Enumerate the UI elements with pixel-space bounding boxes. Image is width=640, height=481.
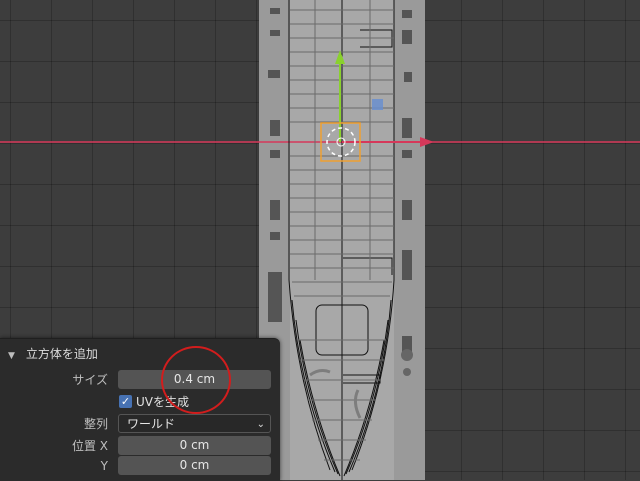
checkmark-icon[interactable]: ✓ (119, 395, 132, 408)
position-y-row: Y 0 cm (0, 456, 280, 476)
uv-row: ✓ UVを生成 (0, 392, 280, 412)
position-y-label: Y (100, 459, 108, 473)
x-arrow-head (420, 137, 434, 147)
chevron-down-icon: ⌄ (256, 419, 265, 430)
triangle-down-icon[interactable]: ▼ (8, 346, 22, 366)
position-x-row: 位置 X 0 cm (0, 436, 280, 456)
plane-handle (372, 99, 383, 110)
adjust-last-operation-panel: ▼ 立方体を追加 サイズ 0.4 cm ✓ UVを生成 整列 ワールド ⌄ 位置… (0, 338, 280, 481)
align-row: 整列 ワールド ⌄ (0, 414, 280, 434)
size-label: サイズ (72, 373, 108, 387)
size-row: サイズ 0.4 cm (0, 370, 280, 390)
position-x-label: 位置 X (71, 439, 108, 453)
align-value: ワールド (127, 417, 176, 431)
panel-title: 立方体を追加 (25, 347, 98, 361)
panel-header[interactable]: ▼ 立方体を追加 (8, 344, 98, 364)
align-label: 整列 (83, 417, 108, 431)
align-dropdown[interactable]: ワールド ⌄ (118, 414, 271, 433)
size-field[interactable]: 0.4 cm (118, 370, 271, 389)
position-x-field[interactable]: 0 cm (118, 436, 271, 455)
position-y-field[interactable]: 0 cm (118, 456, 271, 475)
uv-checkbox-label[interactable]: UVを生成 (136, 392, 189, 412)
